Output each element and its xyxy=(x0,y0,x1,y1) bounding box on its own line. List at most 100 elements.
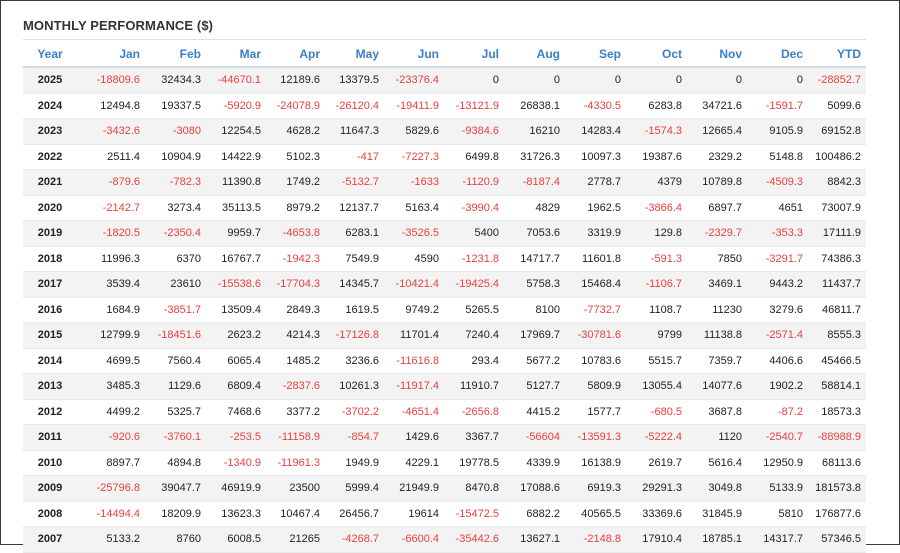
month-value-cell: 4699.5 xyxy=(77,348,145,374)
month-value-cell: 23610 xyxy=(145,271,206,298)
table-row: 2013 3485.3 1129.6 6809.4 -2837.6 10261.3 -119… xyxy=(23,373,866,400)
month-value-cell: -3990.4 xyxy=(444,195,504,221)
month-value-cell: 4339.9 xyxy=(504,450,565,476)
month-value-cell: 14717.7 xyxy=(504,246,565,272)
month-value-cell: 11138.8 xyxy=(687,322,747,349)
month-value-cell: -1633 xyxy=(384,169,444,196)
month-value-cell: -2142.7 xyxy=(77,195,145,221)
month-value-cell: 0 xyxy=(565,67,626,94)
month-value-cell: 6897.7 xyxy=(687,195,747,221)
month-value-cell: 4379 xyxy=(626,169,687,196)
month-value-cell: 14283.4 xyxy=(565,118,626,145)
month-value-cell: 29291.3 xyxy=(626,475,687,502)
table-row: 2014 4699.5 7560.4 6065.4 1485.2 3236.6 -11616… xyxy=(23,348,866,374)
table-row: 2021 -879.6 -782.3 11390.8 1749.2 -5132.7 -163… xyxy=(23,169,866,196)
month-value-cell: -5222.4 xyxy=(626,424,687,451)
month-value-cell: 46919.9 xyxy=(206,475,266,502)
month-value-cell: 8897.7 xyxy=(77,450,145,476)
month-value-cell: 8760 xyxy=(145,526,206,553)
table-row: 2012 4499.2 5325.7 7468.6 3377.2 -3702.2 -4651… xyxy=(23,399,866,425)
ytd-cell: -88988.9 xyxy=(808,424,866,451)
month-value-cell: 17969.7 xyxy=(504,322,565,349)
month-value-cell: 4590 xyxy=(384,246,444,272)
month-value-cell: -1231.8 xyxy=(444,246,504,272)
month-value-cell: 4415.2 xyxy=(504,399,565,425)
row-year-cell: 2017 xyxy=(23,271,77,298)
month-value-cell: 1949.9 xyxy=(325,450,384,476)
month-value-cell: -417 xyxy=(325,144,384,170)
row-year-cell: 2024 xyxy=(23,93,77,119)
month-value-cell: -9384.6 xyxy=(444,118,504,145)
month-value-cell: -15538.6 xyxy=(206,271,266,298)
month-value-cell: 3539.4 xyxy=(77,271,145,298)
month-value-cell: 39047.7 xyxy=(145,475,206,502)
month-value-cell: 19337.5 xyxy=(145,93,206,119)
month-value-cell: -2329.7 xyxy=(687,220,747,247)
month-value-cell: 4406.6 xyxy=(747,348,808,374)
month-value-cell: -591.3 xyxy=(626,246,687,272)
month-value-cell: -2571.4 xyxy=(747,322,808,349)
column-header-mar: Mar xyxy=(206,42,266,68)
month-value-cell: 9105.9 xyxy=(747,118,808,145)
month-value-cell: 293.4 xyxy=(444,348,504,374)
row-year-cell: 2009 xyxy=(23,475,77,502)
month-value-cell: 5102.3 xyxy=(266,144,325,170)
table-row: 2024 12494.8 19337.5 -5920.9 -24078.9 -26120.… xyxy=(23,93,866,119)
month-value-cell: -1820.5 xyxy=(77,220,145,247)
row-year-cell: 2023 xyxy=(23,118,77,145)
month-value-cell: 6370 xyxy=(145,246,206,272)
month-value-cell: 5810 xyxy=(747,501,808,527)
month-value-cell: 7468.6 xyxy=(206,399,266,425)
month-value-cell: 7053.6 xyxy=(504,220,565,247)
ytd-cell: 73007.9 xyxy=(808,195,866,221)
column-header-may: May xyxy=(325,42,384,68)
month-value-cell: 13055.4 xyxy=(626,373,687,400)
month-value-cell: 13509.4 xyxy=(206,297,266,323)
month-value-cell: 16138.9 xyxy=(565,450,626,476)
month-value-cell: 1749.2 xyxy=(266,169,325,196)
month-value-cell: -10421.4 xyxy=(384,271,444,298)
month-value-cell: 11910.7 xyxy=(444,373,504,400)
month-value-cell: -6600.4 xyxy=(384,526,444,553)
month-value-cell: 17910.4 xyxy=(626,526,687,553)
month-value-cell: -11158.9 xyxy=(266,424,325,451)
month-value-cell: 21265 xyxy=(266,526,325,553)
month-value-cell: -2148.8 xyxy=(565,526,626,553)
row-year-cell: 2015 xyxy=(23,322,77,349)
month-value-cell: 6882.2 xyxy=(504,501,565,527)
row-year-cell: 2022 xyxy=(23,144,77,170)
month-value-cell: -5132.7 xyxy=(325,169,384,196)
month-value-cell: 11996.3 xyxy=(77,246,145,272)
month-value-cell: 5163.4 xyxy=(384,195,444,221)
month-value-cell: 13627.1 xyxy=(504,526,565,553)
month-value-cell: 6008.5 xyxy=(206,526,266,553)
ytd-cell: 18573.3 xyxy=(808,399,866,425)
month-value-cell: 12254.5 xyxy=(206,118,266,145)
ytd-cell: 8555.3 xyxy=(808,322,866,349)
month-value-cell: -4330.5 xyxy=(565,93,626,119)
month-value-cell: -87.2 xyxy=(747,399,808,425)
month-value-cell: 0 xyxy=(504,67,565,94)
month-value-cell: -23376.4 xyxy=(384,67,444,94)
month-value-cell: 13379.5 xyxy=(325,67,384,94)
month-value-cell: 5325.7 xyxy=(145,399,206,425)
column-header-year: Year xyxy=(23,42,77,68)
month-value-cell: 2623.2 xyxy=(206,322,266,349)
month-value-cell: 31845.9 xyxy=(687,501,747,527)
month-value-cell: 35113.5 xyxy=(206,195,266,221)
ytd-cell: 17111.9 xyxy=(808,220,866,247)
month-value-cell: -2540.7 xyxy=(747,424,808,451)
month-value-cell: 4229.1 xyxy=(384,450,444,476)
month-value-cell: 5515.7 xyxy=(626,348,687,374)
month-value-cell: 8979.2 xyxy=(266,195,325,221)
column-header-feb: Feb xyxy=(145,42,206,68)
table-row: 2011 -920.6 -3760.1 -253.5 -11158.9 -854.7 142… xyxy=(23,424,866,451)
month-value-cell: 6809.4 xyxy=(206,373,266,400)
month-value-cell: 9959.7 xyxy=(206,220,266,247)
month-value-cell: 4628.2 xyxy=(266,118,325,145)
month-value-cell: 0 xyxy=(626,67,687,94)
month-value-cell: 14345.7 xyxy=(325,271,384,298)
row-year-cell: 2021 xyxy=(23,169,77,196)
month-value-cell: 31726.3 xyxy=(504,144,565,170)
column-header-oct: Oct xyxy=(626,42,687,68)
